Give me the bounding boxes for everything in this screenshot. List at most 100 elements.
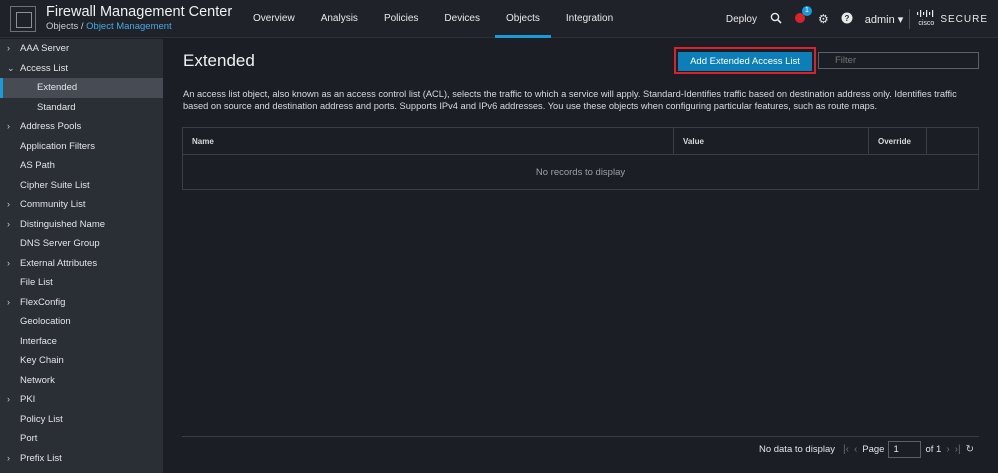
page-title: Extended	[183, 51, 255, 70]
sidebar-item-label: Address Pools	[20, 121, 82, 132]
cisco-logo-icon: cisco	[916, 10, 936, 28]
breadcrumb-separator: /	[80, 21, 84, 32]
page-label: Page	[862, 444, 885, 455]
sidebar-item-label: DNS Server Group	[20, 238, 100, 249]
sidebar-item-label: Access List	[20, 62, 69, 74]
sidebar-item-flexconfig[interactable]: › FlexConfig	[0, 293, 163, 313]
sidebar-item-file-list[interactable]: File List	[0, 273, 163, 293]
sidebar-item-label: Policy List	[20, 413, 63, 425]
sidebar-item-label: Interface	[20, 335, 57, 347]
sidebar-item-distinguished-name[interactable]: › Distinguished Name	[0, 215, 163, 235]
chevron-right-icon: ›	[7, 121, 10, 131]
header-tools: Deploy 1 ⚙ ? admin ▾ cisco SECURE	[726, 0, 998, 38]
sidebar-item-access-list[interactable]: ⌄ Access List	[0, 59, 163, 79]
fmc-logo-icon[interactable]	[10, 6, 36, 32]
user-name: admin	[864, 13, 895, 26]
first-page-icon[interactable]: |‹	[843, 444, 849, 455]
nav-analysis[interactable]: Analysis	[310, 0, 369, 38]
sidebar-item-label: FlexConfig	[20, 296, 66, 308]
sidebar-item-as-path[interactable]: AS Path	[0, 156, 163, 176]
sidebar-item-label: Prefix List	[20, 452, 62, 464]
gear-icon[interactable]: ⚙	[818, 12, 829, 26]
app-title: Firewall Management Center	[46, 4, 233, 20]
sidebar-item-address-pools[interactable]: › Address Pools	[0, 117, 163, 137]
pagination-bar: No data to display |‹ ‹ Page of 1 › ›| ↻	[182, 436, 979, 461]
main-content: Extended Add Extended Access List An acc…	[163, 39, 998, 473]
sidebar-item-label: Distinguished Name	[20, 218, 106, 230]
caret-down-icon: ▾	[897, 13, 904, 26]
nav-devices[interactable]: Devices	[433, 0, 491, 38]
sidebar-item-standard[interactable]: Standard	[0, 98, 163, 118]
pager-status: No data to display	[758, 444, 835, 455]
sidebar-item-policy-list[interactable]: Policy List	[0, 410, 163, 430]
sidebar-item-interface[interactable]: Interface	[0, 332, 163, 352]
empty-message: No records to display	[535, 167, 626, 178]
pager: No data to display |‹ ‹ Page of 1 › ›| ↻	[759, 441, 979, 458]
column-override[interactable]: Override	[869, 128, 927, 154]
sidebar-item-external-attributes[interactable]: › External Attributes	[0, 254, 163, 274]
sidebar-item-extended[interactable]: Extended	[0, 78, 163, 98]
sidebar-item-network[interactable]: Network	[0, 371, 163, 391]
secure-wordmark: SECURE	[940, 13, 988, 25]
sidebar-item-application-filters[interactable]: Application Filters	[0, 137, 163, 157]
column-name[interactable]: Name	[183, 128, 674, 154]
sidebar-item-key-chain[interactable]: Key Chain	[0, 351, 163, 371]
sidebar-item-label: Geolocation	[20, 316, 71, 327]
add-extended-access-list-button[interactable]: Add Extended Access List	[678, 52, 812, 71]
sidebar-item-geolocation[interactable]: Geolocation	[0, 312, 163, 332]
chevron-right-icon: ›	[7, 394, 10, 404]
chevron-right-icon: ›	[7, 43, 10, 53]
chevron-right-icon: ›	[7, 218, 10, 229]
add-button-highlight: Add Extended Access List	[674, 47, 816, 74]
object-sidebar: › AAA Server ⌄ Access List Extended Standa…	[0, 39, 163, 473]
sidebar-item-label: Standard	[37, 101, 76, 113]
prev-page-icon[interactable]: ‹	[854, 444, 857, 455]
cisco-secure-logo: cisco SECURE	[916, 10, 988, 28]
sidebar-item-pki[interactable]: › PKI	[0, 390, 163, 410]
header-divider	[909, 9, 911, 29]
column-actions	[927, 128, 978, 154]
page-number-input[interactable]	[888, 441, 922, 458]
sidebar-item-aaa-server[interactable]: › AAA Server	[0, 39, 163, 59]
sidebar-item-label: Extended	[37, 82, 78, 93]
help-icon[interactable]: ?	[841, 12, 853, 27]
chevron-down-icon: ⌄	[7, 62, 15, 73]
sidebar-item-label: Cipher Suite List	[20, 179, 90, 191]
nav-integration[interactable]: Integration	[555, 0, 624, 38]
sidebar-item-label: Network	[20, 374, 55, 386]
nav-policies[interactable]: Policies	[373, 0, 429, 38]
last-page-icon[interactable]: ›|	[955, 444, 961, 455]
sidebar-item-label: Community List	[20, 199, 86, 210]
refresh-icon[interactable]: ↻	[966, 444, 974, 455]
nav-overview[interactable]: Overview	[242, 0, 306, 38]
deploy-button[interactable]: Deploy	[726, 14, 757, 25]
sidebar-item-label: PKI	[20, 394, 36, 405]
next-page-icon[interactable]: ›	[946, 444, 949, 455]
sidebar-item-label: Application Filters	[20, 140, 95, 152]
top-bar: Firewall Management Center Objects / Obj…	[0, 0, 998, 38]
user-menu[interactable]: admin ▾	[865, 13, 904, 26]
sidebar-item-dns-server-group[interactable]: DNS Server Group	[0, 234, 163, 254]
breadcrumb-root: Objects	[46, 21, 79, 32]
column-value[interactable]: Value	[674, 128, 869, 154]
sidebar-item-port[interactable]: Port	[0, 429, 163, 449]
search-icon[interactable]	[770, 12, 782, 27]
sidebar-item-label: File List	[20, 277, 53, 288]
nav-objects[interactable]: Objects	[494, 0, 551, 38]
breadcrumb-current[interactable]: Object Management	[86, 21, 172, 32]
access-list-table: Name Value Override No records to displa…	[182, 127, 979, 190]
breadcrumb: Objects / Object Management	[46, 21, 172, 32]
sidebar-item-label: AS Path	[20, 160, 55, 171]
filter-input[interactable]	[818, 52, 979, 69]
sidebar-item-prefix-list[interactable]: › Prefix List	[0, 449, 163, 469]
notifications-icon[interactable]: 1	[794, 5, 812, 27]
cisco-wordmark: cisco	[918, 20, 935, 27]
sidebar-item-label: Port	[20, 433, 38, 444]
page-description: An access list object, also known as an …	[183, 89, 957, 111]
table-header: Name Value Override	[183, 128, 978, 155]
chevron-right-icon: ›	[7, 257, 10, 268]
chevron-right-icon: ›	[7, 296, 10, 307]
sidebar-item-label: AAA Server	[20, 43, 70, 54]
sidebar-item-cipher-suite-list[interactable]: Cipher Suite List	[0, 176, 163, 196]
sidebar-item-community-list[interactable]: › Community List	[0, 195, 163, 215]
